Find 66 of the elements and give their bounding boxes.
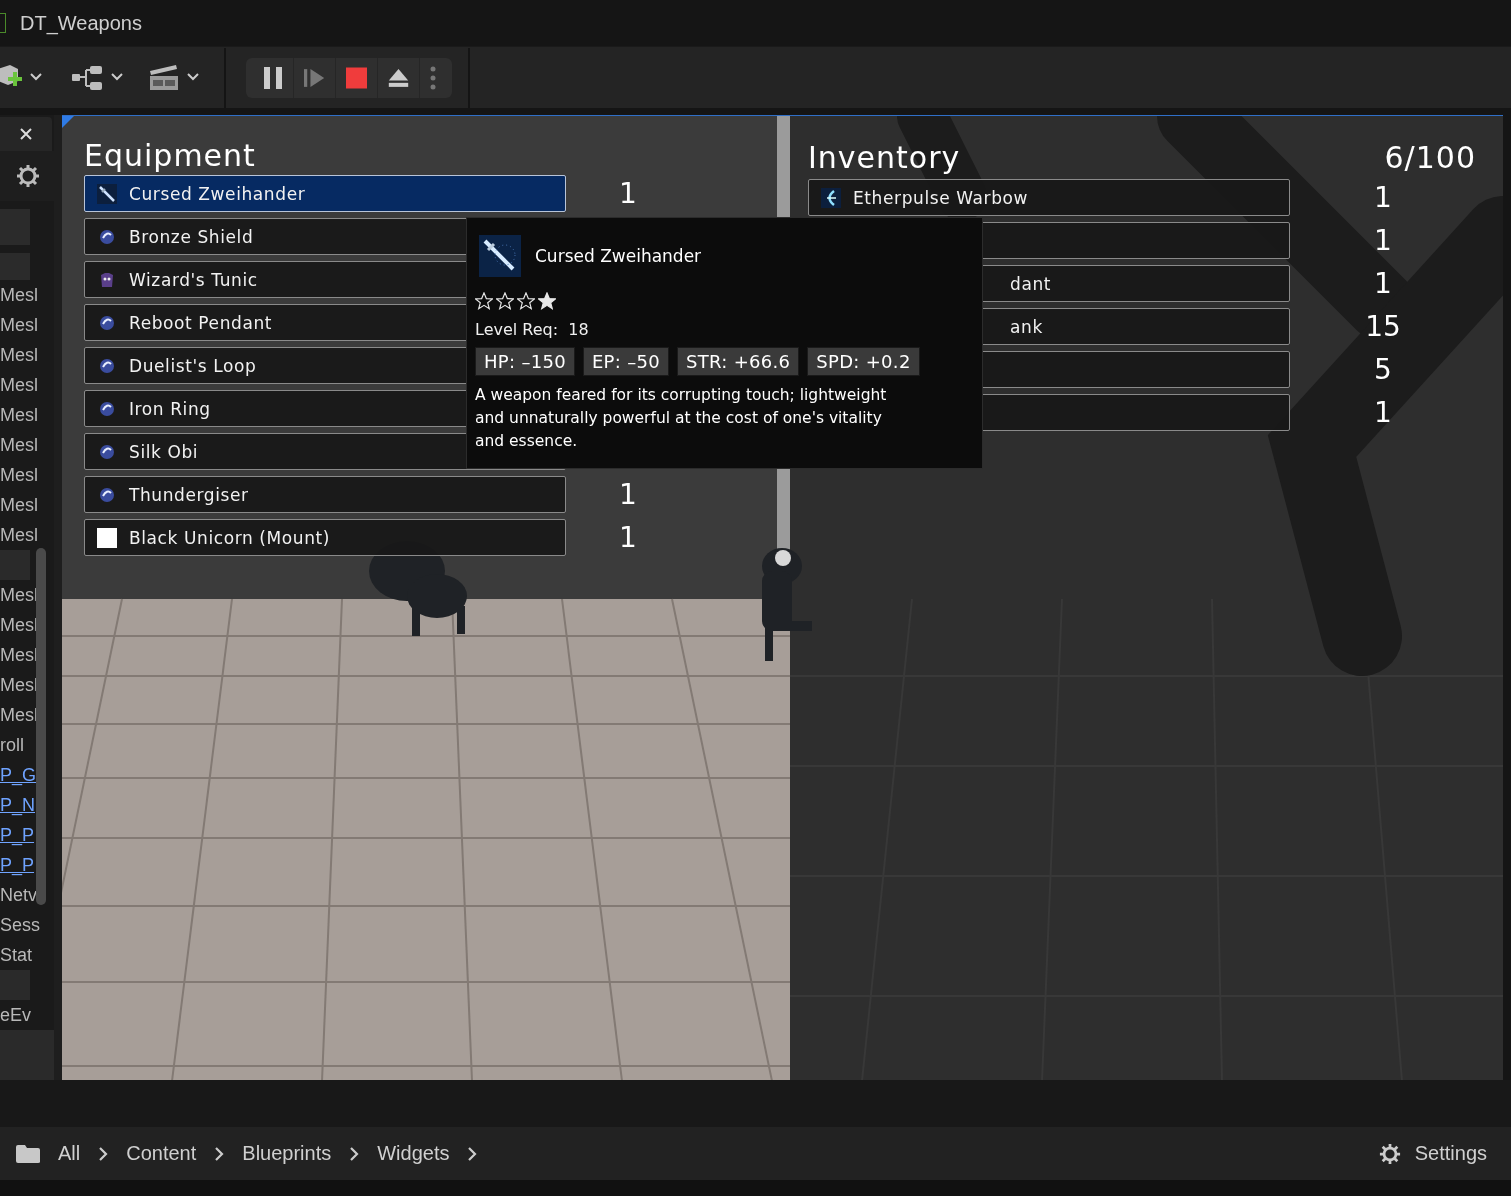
outliner-item[interactable]: Mesl — [0, 430, 36, 460]
outliner-item[interactable]: Mesl — [0, 490, 36, 520]
settings-icon[interactable] — [16, 164, 40, 188]
more-vertical-icon — [430, 65, 436, 90]
stat-chip: STR: +66.6 — [676, 347, 800, 376]
outliner-item[interactable]: Stat — [0, 940, 33, 970]
bow-icon — [821, 187, 841, 208]
star-icon — [475, 292, 493, 310]
stat-chip: EP: –50 — [582, 347, 669, 376]
corner-marker-icon — [62, 116, 74, 128]
item-quantity: 1 — [1373, 396, 1393, 429]
window-title: DT_Weapons — [20, 11, 142, 35]
inventory-heading: Inventory — [808, 142, 961, 174]
stop-icon — [346, 66, 367, 89]
star-icon — [517, 292, 535, 310]
outliner-link[interactable]: P_N — [0, 790, 35, 820]
item-quantity: 15 — [1364, 310, 1402, 343]
chevron-right-icon[interactable] — [349, 1145, 360, 1162]
outliner-item[interactable]: Mesl — [0, 310, 36, 340]
chevron-right-icon[interactable] — [467, 1145, 478, 1162]
star-icon — [538, 292, 556, 310]
equipment-item[interactable]: Black Unicorn (Mount) — [84, 519, 566, 556]
stat-chip: HP: –150 — [475, 347, 575, 376]
equipment-heading: Equipment — [84, 140, 256, 172]
outliner-item[interactable]: Netv — [0, 880, 36, 910]
sword-icon — [479, 235, 521, 277]
blank-square-icon — [97, 527, 117, 548]
outliner-link[interactable]: P_P — [0, 820, 35, 850]
equipment-item[interactable]: Thundergiser — [84, 476, 566, 513]
outliner-link[interactable]: P_G — [0, 760, 36, 790]
panel-tab[interactable] — [0, 117, 52, 151]
inventory-capacity: 6/100 — [1384, 142, 1476, 174]
chevron-right-icon[interactable] — [214, 1145, 225, 1162]
item-quantity: 5 — [1373, 353, 1393, 386]
outliner-item[interactable]: roll — [0, 730, 24, 760]
breadcrumb-link[interactable]: Content — [126, 1142, 197, 1165]
breadcrumb-link[interactable]: All — [58, 1142, 81, 1165]
breadcrumb-link[interactable]: Widgets — [377, 1142, 450, 1165]
outliner-item[interactable]: Mesl — [0, 340, 36, 370]
outliner-item[interactable]: Mesl — [0, 460, 36, 490]
outliner-item[interactable]: Mesl — [0, 400, 36, 430]
item-quantity: 1 — [1373, 181, 1393, 214]
pause-icon — [262, 65, 283, 90]
folder-icon — [16, 1143, 40, 1164]
item-quantity: 1 — [618, 177, 638, 210]
asset-icon — [0, 13, 6, 33]
inventory-item[interactable]: Etherpulse Warbow — [808, 179, 1290, 216]
stat-chip: SPD: +0.2 — [807, 347, 920, 376]
chevron-right-icon[interactable] — [98, 1145, 109, 1162]
outliner-item[interactable]: eEv — [0, 1000, 32, 1030]
equipment-item[interactable]: Cursed Zweihander — [84, 175, 566, 212]
settings-button[interactable]: Settings — [1378, 1142, 1487, 1165]
outliner-item[interactable]: Mesl — [0, 520, 36, 550]
close-icon[interactable] — [20, 128, 32, 140]
item-quantity: 1 — [1373, 224, 1393, 257]
star-icon — [496, 292, 514, 310]
sword-icon — [97, 183, 117, 204]
item-quantity: 1 — [1373, 267, 1393, 300]
item-quantity: 1 — [618, 478, 638, 511]
outliner-item[interactable]: Mesl — [0, 280, 36, 310]
settings-icon — [1378, 1142, 1401, 1165]
outliner-item[interactable]: Mesl — [0, 370, 36, 400]
item-quantity: 1 — [618, 521, 638, 554]
breadcrumb-link[interactable]: Blueprints — [242, 1142, 332, 1165]
scrollbar-thumb[interactable] — [36, 548, 46, 905]
outliner-link[interactable]: P_P — [0, 850, 35, 880]
